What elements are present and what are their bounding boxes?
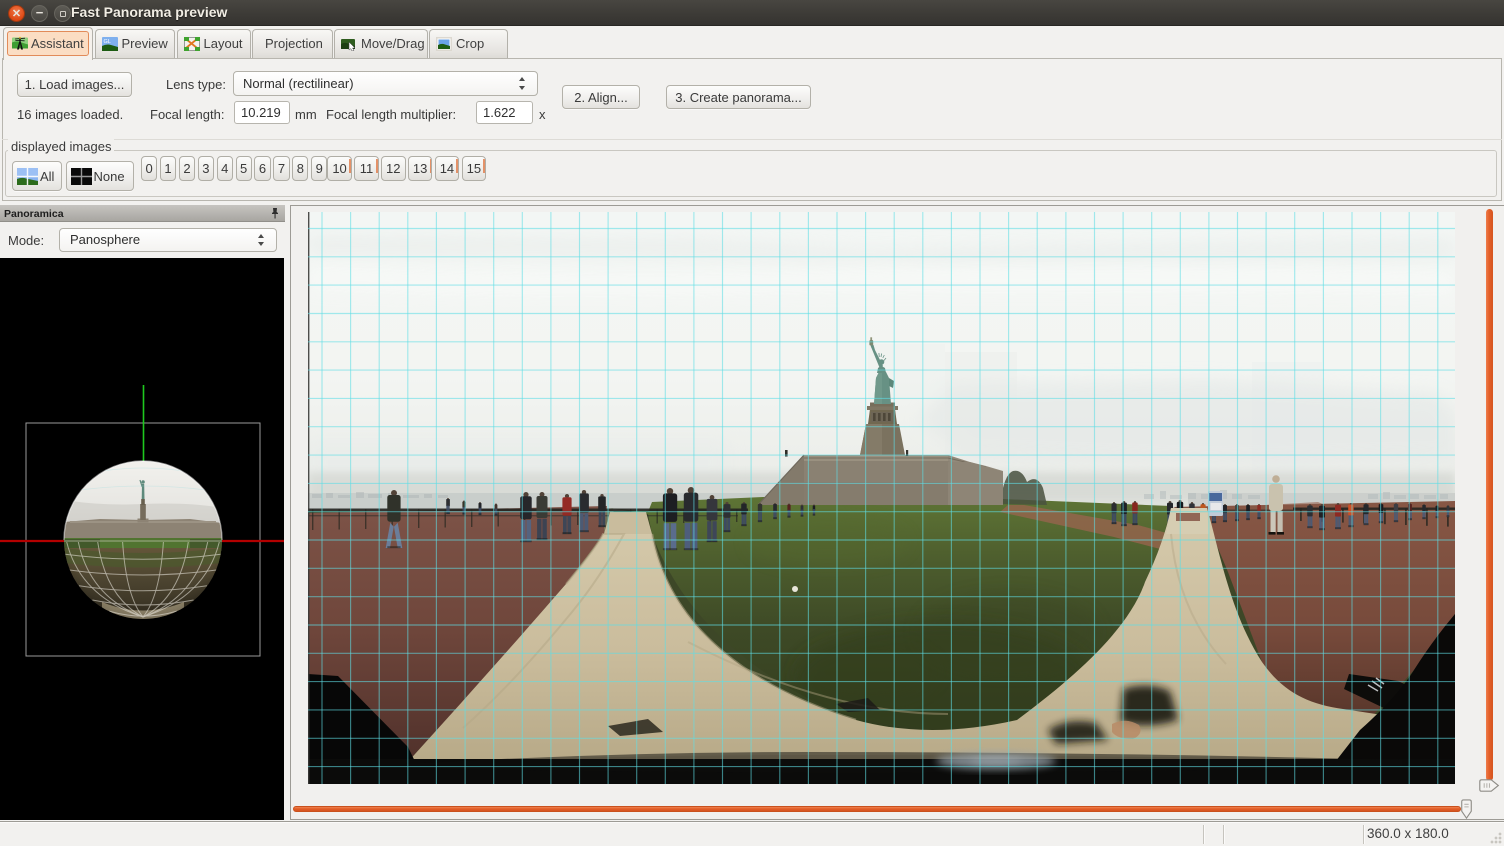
- svg-text:GL: GL: [103, 39, 110, 45]
